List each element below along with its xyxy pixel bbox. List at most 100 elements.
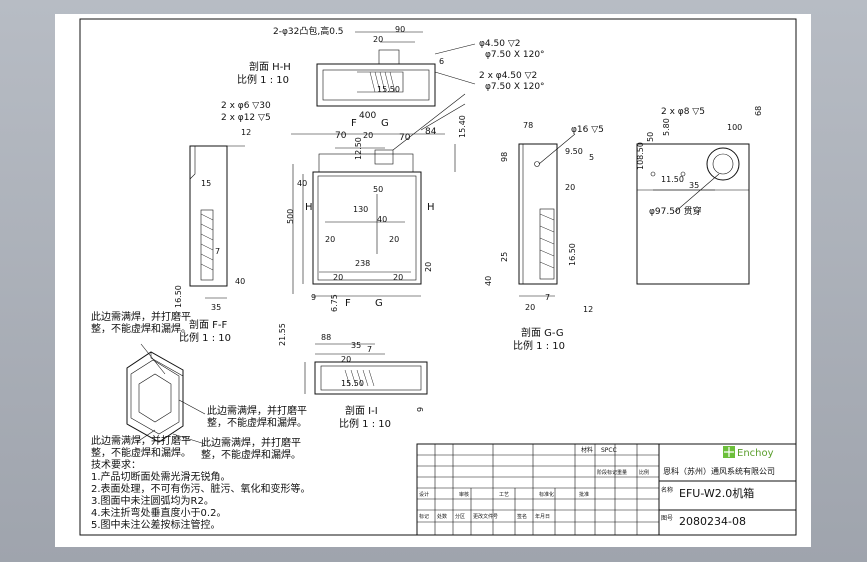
section-gg-view: 78 φ16 ▽5 98 9.50 5 20 25 40 16.50 20 7 … <box>484 121 604 352</box>
front-dim-10: 40 <box>377 215 387 224</box>
front-dim-7: 40 <box>297 179 307 188</box>
company-name: 恩科（苏州）通风系统有限公司 <box>663 466 775 476</box>
material-value: SPCC <box>601 447 617 454</box>
gg-dim-7: 25 <box>500 252 509 262</box>
ff-dim-4: 15 <box>201 179 211 188</box>
drawing-number: 2080234-08 <box>679 515 746 528</box>
ff-dim-3: 12 <box>241 128 251 137</box>
front-dim-14: 238 <box>355 259 370 268</box>
front-dim-19: 20 <box>333 273 343 282</box>
part-name-label: 名称 <box>661 486 673 494</box>
ii-dim-2: 88 <box>321 333 331 342</box>
cut-f-top: F <box>351 118 357 129</box>
tech-req-4: 4.未注折弯处垂直度小于0.2。 <box>91 506 226 519</box>
ff-section-name: 剖面 F-F <box>189 318 228 331</box>
tech-req-3: 3.图面中未注圆弧均为R2。 <box>91 494 214 507</box>
cut-g-top: G <box>381 118 389 129</box>
gg-dim-4: 9.50 <box>565 147 583 156</box>
gg-dim-5: 5 <box>589 153 594 162</box>
gg-dim-11: 7 <box>545 293 550 302</box>
note-1b: 整，不能虚焊和漏焊。 <box>91 322 191 335</box>
ii-dim-7: 9 <box>416 407 425 412</box>
gg-section-name: 剖面 G-G <box>521 326 564 339</box>
side-view-right: 2 x φ8 ▽5 100 68 5.80 108.50 11.50 35 φ9… <box>636 106 763 285</box>
tech-req-1: 1.产品切断面处需光滑无锐角。 <box>91 470 231 483</box>
ff-dim-6: 16.50 <box>174 285 183 308</box>
col-label-5: 签名 <box>517 513 527 520</box>
side-dim-8: φ97.50 贯穿 <box>649 205 702 217</box>
sig-label-3: 工艺 <box>499 492 509 498</box>
cut-h-right: H <box>427 202 435 213</box>
section-hh-view: 2-φ32凸包,高0.5 90 20 φ4.50 ▽2 φ7.50 X 120°… <box>237 25 545 107</box>
hh-dim-1: 2-φ32凸包,高0.5 <box>273 25 344 37</box>
hh-section-name: 剖面 H-H <box>249 60 291 73</box>
ff-dim-5: 7 <box>215 247 220 256</box>
logo-text: Enchoy <box>737 448 774 459</box>
gg-dim-12: 12 <box>583 305 593 314</box>
col-label-1: 标记 <box>419 513 429 520</box>
side-dim-3: 68 <box>754 106 763 116</box>
part-name: EFU-W2.0机箱 <box>679 486 754 500</box>
ii-dim-5: 20 <box>341 355 351 364</box>
side-dim-9: 50 <box>646 132 655 142</box>
cut-h-left: H <box>305 202 313 213</box>
section-ff-view: 2 x φ6 ▽30 2 x φ12 ▽5 12 15 7 16.50 35 4… <box>174 101 271 344</box>
ii-dim-4: 7 <box>367 345 372 354</box>
ff-dim-1: 2 x φ6 ▽30 <box>221 101 271 111</box>
tech-req-5: 5.图中未注公差按标注管控。 <box>91 518 221 531</box>
ii-section-name: 剖面 I-I <box>345 404 378 417</box>
drawing-no-label: 图号 <box>661 515 673 522</box>
col-label-3: 分区 <box>455 513 465 520</box>
ii-dim-3: 35 <box>351 341 361 350</box>
hh-dim-3: 20 <box>373 35 383 44</box>
front-dim-18: 50 <box>373 185 383 194</box>
side-dim-2: 100 <box>727 123 742 132</box>
side-dim-6: 11.50 <box>661 175 684 184</box>
note-3b: 整，不能虚焊和漏焊。 <box>91 446 191 459</box>
note-1a: 此边需满焊，并打磨平 <box>91 310 191 323</box>
front-dim-2: 70 <box>335 131 347 141</box>
ii-dim-1: 21.55 <box>278 323 287 346</box>
hh-dim-6: 2 x φ4.50 ▽2 <box>479 71 537 81</box>
col-label-2: 处数 <box>437 513 447 520</box>
side-dim-1: 2 x φ8 ▽5 <box>661 107 705 117</box>
tech-req-2: 2.表面处理，不可有伤污、脏污、氧化和变形等。 <box>91 482 311 495</box>
ff-dim-2: 2 x φ12 ▽5 <box>221 113 271 123</box>
company-logo: Enchoy <box>723 446 774 459</box>
col-label-4: 更改文件号 <box>473 513 498 520</box>
technical-requirements: 技术要求： 1.产品切断面处需光滑无锐角。 2.表面处理，不可有伤污、脏污、氧化… <box>91 458 311 531</box>
note-2b: 整，不能虚焊和漏焊。 <box>207 416 307 429</box>
sig-label-1: 设计 <box>419 491 429 498</box>
hh-section-scale: 比例 1 : 10 <box>237 73 289 86</box>
title-block: 材料 SPCC 设计 审核 工艺 标准化 批准 标记 处数 分区 更改文件号 签… <box>416 443 797 536</box>
ii-section-scale: 比例 1 : 10 <box>339 417 391 430</box>
front-view: 400 70 20 84 70 15.40 40 12.50 130 40 50… <box>286 93 467 312</box>
ff-dim-8: 40 <box>235 277 245 286</box>
drawing-canvas: 2-φ32凸包,高0.5 90 20 φ4.50 ▽2 φ7.50 X 120°… <box>79 18 797 536</box>
gg-dim-10: 20 <box>525 303 535 312</box>
front-dim-3: 20 <box>363 131 373 140</box>
gg-dim-1: 78 <box>523 121 533 130</box>
drawing-sheet: 2-φ32凸包,高0.5 90 20 φ4.50 ▽2 φ7.50 X 120°… <box>55 14 811 547</box>
front-dim-8: 12.50 <box>354 137 363 160</box>
material-label: 材料 <box>581 446 593 454</box>
isometric-view <box>126 343 206 445</box>
note-4b: 整，不能虚焊和漏焊。 <box>201 448 301 461</box>
front-dim-5: 70 <box>399 133 411 143</box>
side-dim-5: 108.50 <box>636 142 645 170</box>
sig-label-4: 标准化 <box>539 491 554 498</box>
gg-dim-9: 16.50 <box>568 243 577 266</box>
scale-row-2: 重量 <box>617 469 627 476</box>
hh-dim-4: φ4.50 ▽2 <box>479 39 520 49</box>
front-dim-16: 6.75 <box>330 294 339 312</box>
gg-dim-2: φ16 ▽5 <box>571 125 604 135</box>
front-dim-6: 15.40 <box>458 115 467 138</box>
hh-dim-2: 90 <box>395 25 405 34</box>
front-dim-15: 9 <box>311 293 316 302</box>
front-dim-9: 130 <box>353 205 368 214</box>
cut-f-bottom: F <box>345 298 351 309</box>
hh-dim-5: φ7.50 X 120° <box>485 50 545 60</box>
hh-dim-8: 15.50 <box>377 85 400 94</box>
front-dim-20: 20 <box>393 273 403 282</box>
hh-dim-9: 6 <box>439 57 444 66</box>
